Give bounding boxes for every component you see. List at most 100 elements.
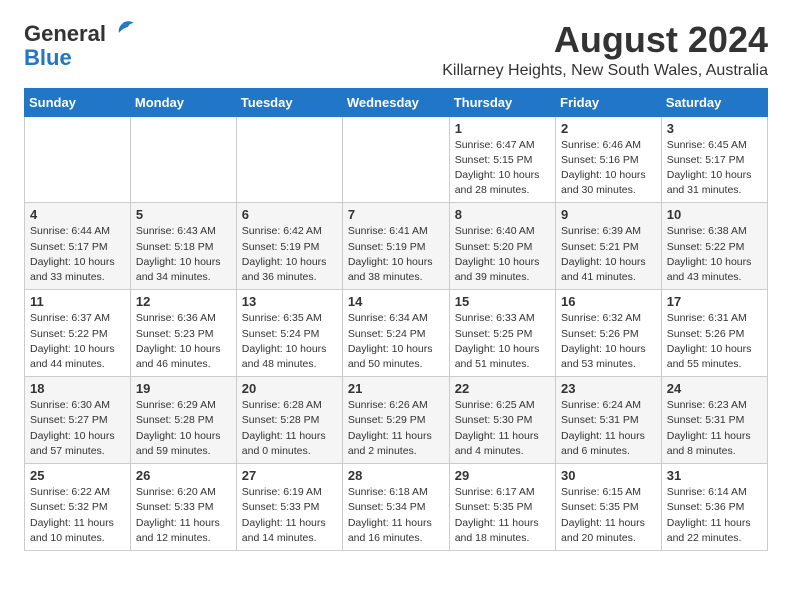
day-info: Sunrise: 6:43 AM Sunset: 5:18 PM Dayligh… <box>136 224 231 285</box>
day-number: 4 <box>30 207 125 222</box>
day-info: Sunrise: 6:31 AM Sunset: 5:26 PM Dayligh… <box>667 311 762 372</box>
week-row-5: 25 Sunrise: 6:22 AM Sunset: 5:32 PM Dayli… <box>25 464 768 551</box>
calendar-cell: 16Sunrise: 6:32 AM Sunset: 5:26 PM Dayli… <box>556 290 662 377</box>
day-number: 9 <box>561 207 656 222</box>
day-number: 5 <box>136 207 231 222</box>
calendar-cell: 21 Sunrise: 6:26 AM Sunset: 5:29 PM Dayli… <box>342 377 449 464</box>
day-number: 31 <box>667 468 762 483</box>
header-row: SundayMondayTuesdayWednesdayThursdayFrid… <box>25 88 768 116</box>
header-wednesday: Wednesday <box>342 88 449 116</box>
day-info: Sunrise: 6:29 AM Sunset: 5:28 PM Dayligh… <box>136 398 231 459</box>
calendar-cell: 11Sunrise: 6:37 AM Sunset: 5:22 PM Dayli… <box>25 290 131 377</box>
day-info: Sunrise: 6:36 AM Sunset: 5:23 PM Dayligh… <box>136 311 231 372</box>
day-number: 29 <box>455 468 550 483</box>
calendar-cell: 18Sunrise: 6:30 AM Sunset: 5:27 PM Dayli… <box>25 377 131 464</box>
day-number: 8 <box>455 207 550 222</box>
day-number: 2 <box>561 121 656 136</box>
day-info: Sunrise: 6:20 AM Sunset: 5:33 PM Dayligh… <box>136 485 231 546</box>
calendar-cell: 30 Sunrise: 6:15 AM Sunset: 5:35 PM Dayli… <box>556 464 662 551</box>
day-info: Sunrise: 6:18 AM Sunset: 5:34 PM Dayligh… <box>348 485 444 546</box>
day-info: Sunrise: 6:37 AM Sunset: 5:22 PM Dayligh… <box>30 311 125 372</box>
day-info: Sunrise: 6:26 AM Sunset: 5:29 PM Dayligh… <box>348 398 444 459</box>
calendar-cell: 23 Sunrise: 6:24 AM Sunset: 5:31 PM Dayli… <box>556 377 662 464</box>
month-year-title: August 2024 <box>442 20 768 60</box>
calendar-cell: 14 Sunrise: 6:34 AM Sunset: 5:24 PM Dayli… <box>342 290 449 377</box>
day-number: 14 <box>348 294 444 309</box>
day-number: 25 <box>30 468 125 483</box>
calendar-cell: 17Sunrise: 6:31 AM Sunset: 5:26 PM Dayli… <box>661 290 767 377</box>
header-tuesday: Tuesday <box>236 88 342 116</box>
calendar-cell: 28 Sunrise: 6:18 AM Sunset: 5:34 PM Dayli… <box>342 464 449 551</box>
day-info: Sunrise: 6:28 AM Sunset: 5:28 PM Dayligh… <box>242 398 337 459</box>
day-number: 20 <box>242 381 337 396</box>
day-info: Sunrise: 6:41 AM Sunset: 5:19 PM Dayligh… <box>348 224 444 285</box>
calendar-cell: 5 Sunrise: 6:43 AM Sunset: 5:18 PM Daylig… <box>130 203 236 290</box>
page-header: General Blue August 2024 Killarney Heigh… <box>24 20 768 80</box>
logo-blue-text: Blue <box>24 47 72 69</box>
day-info: Sunrise: 6:15 AM Sunset: 5:35 PM Dayligh… <box>561 485 656 546</box>
day-number: 21 <box>348 381 444 396</box>
calendar-cell: 1Sunrise: 6:47 AM Sunset: 5:15 PM Daylig… <box>449 116 555 203</box>
calendar-cell: 31 Sunrise: 6:14 AM Sunset: 5:36 PM Dayli… <box>661 464 767 551</box>
day-number: 19 <box>136 381 231 396</box>
day-info: Sunrise: 6:23 AM Sunset: 5:31 PM Dayligh… <box>667 398 762 459</box>
day-number: 26 <box>136 468 231 483</box>
day-info: Sunrise: 6:22 AM Sunset: 5:32 PM Dayligh… <box>30 485 125 546</box>
day-number: 18 <box>30 381 125 396</box>
calendar-cell: 25 Sunrise: 6:22 AM Sunset: 5:32 PM Dayli… <box>25 464 131 551</box>
header-friday: Friday <box>556 88 662 116</box>
calendar-cell: 24Sunrise: 6:23 AM Sunset: 5:31 PM Dayli… <box>661 377 767 464</box>
day-number: 30 <box>561 468 656 483</box>
header-thursday: Thursday <box>449 88 555 116</box>
calendar-cell: 7 Sunrise: 6:41 AM Sunset: 5:19 PM Daylig… <box>342 203 449 290</box>
day-info: Sunrise: 6:33 AM Sunset: 5:25 PM Dayligh… <box>455 311 550 372</box>
calendar-cell: 20 Sunrise: 6:28 AM Sunset: 5:28 PM Dayli… <box>236 377 342 464</box>
location-subtitle: Killarney Heights, New South Wales, Aust… <box>442 62 768 80</box>
day-info: Sunrise: 6:24 AM Sunset: 5:31 PM Dayligh… <box>561 398 656 459</box>
calendar-cell: 4 Sunrise: 6:44 AM Sunset: 5:17 PM Daylig… <box>25 203 131 290</box>
header-saturday: Saturday <box>661 88 767 116</box>
calendar-cell: 2 Sunrise: 6:46 AM Sunset: 5:16 PM Daylig… <box>556 116 662 203</box>
day-number: 23 <box>561 381 656 396</box>
calendar-cell <box>25 116 131 203</box>
day-info: Sunrise: 6:45 AM Sunset: 5:17 PM Dayligh… <box>667 138 762 199</box>
day-info: Sunrise: 6:32 AM Sunset: 5:26 PM Dayligh… <box>561 311 656 372</box>
calendar-cell: 19 Sunrise: 6:29 AM Sunset: 5:28 PM Dayli… <box>130 377 236 464</box>
calendar-cell: 3 Sunrise: 6:45 AM Sunset: 5:17 PM Daylig… <box>661 116 767 203</box>
logo-bird-icon <box>108 20 136 47</box>
day-number: 15 <box>455 294 550 309</box>
day-info: Sunrise: 6:35 AM Sunset: 5:24 PM Dayligh… <box>242 311 337 372</box>
day-info: Sunrise: 6:42 AM Sunset: 5:19 PM Dayligh… <box>242 224 337 285</box>
week-row-2: 4 Sunrise: 6:44 AM Sunset: 5:17 PM Daylig… <box>25 203 768 290</box>
day-info: Sunrise: 6:14 AM Sunset: 5:36 PM Dayligh… <box>667 485 762 546</box>
calendar-cell: 26 Sunrise: 6:20 AM Sunset: 5:33 PM Dayli… <box>130 464 236 551</box>
calendar-cell: 10Sunrise: 6:38 AM Sunset: 5:22 PM Dayli… <box>661 203 767 290</box>
calendar-cell: 29 Sunrise: 6:17 AM Sunset: 5:35 PM Dayli… <box>449 464 555 551</box>
calendar-cell <box>236 116 342 203</box>
day-info: Sunrise: 6:40 AM Sunset: 5:20 PM Dayligh… <box>455 224 550 285</box>
calendar-cell: 8 Sunrise: 6:40 AM Sunset: 5:20 PM Daylig… <box>449 203 555 290</box>
day-number: 13 <box>242 294 337 309</box>
logo: General Blue <box>24 20 136 69</box>
day-number: 6 <box>242 207 337 222</box>
day-info: Sunrise: 6:34 AM Sunset: 5:24 PM Dayligh… <box>348 311 444 372</box>
day-number: 28 <box>348 468 444 483</box>
calendar-cell: 15 Sunrise: 6:33 AM Sunset: 5:25 PM Dayli… <box>449 290 555 377</box>
day-number: 7 <box>348 207 444 222</box>
day-info: Sunrise: 6:47 AM Sunset: 5:15 PM Dayligh… <box>455 138 550 199</box>
calendar-cell <box>130 116 236 203</box>
day-number: 3 <box>667 121 762 136</box>
calendar-cell: 6 Sunrise: 6:42 AM Sunset: 5:19 PM Daylig… <box>236 203 342 290</box>
day-number: 27 <box>242 468 337 483</box>
day-number: 12 <box>136 294 231 309</box>
title-area: August 2024 Killarney Heights, New South… <box>442 20 768 80</box>
day-info: Sunrise: 6:17 AM Sunset: 5:35 PM Dayligh… <box>455 485 550 546</box>
day-info: Sunrise: 6:39 AM Sunset: 5:21 PM Dayligh… <box>561 224 656 285</box>
week-row-1: 1Sunrise: 6:47 AM Sunset: 5:15 PM Daylig… <box>25 116 768 203</box>
calendar-cell: 27Sunrise: 6:19 AM Sunset: 5:33 PM Dayli… <box>236 464 342 551</box>
calendar-cell <box>342 116 449 203</box>
day-info: Sunrise: 6:46 AM Sunset: 5:16 PM Dayligh… <box>561 138 656 199</box>
day-info: Sunrise: 6:44 AM Sunset: 5:17 PM Dayligh… <box>30 224 125 285</box>
calendar-cell: 12 Sunrise: 6:36 AM Sunset: 5:23 PM Dayli… <box>130 290 236 377</box>
day-info: Sunrise: 6:38 AM Sunset: 5:22 PM Dayligh… <box>667 224 762 285</box>
